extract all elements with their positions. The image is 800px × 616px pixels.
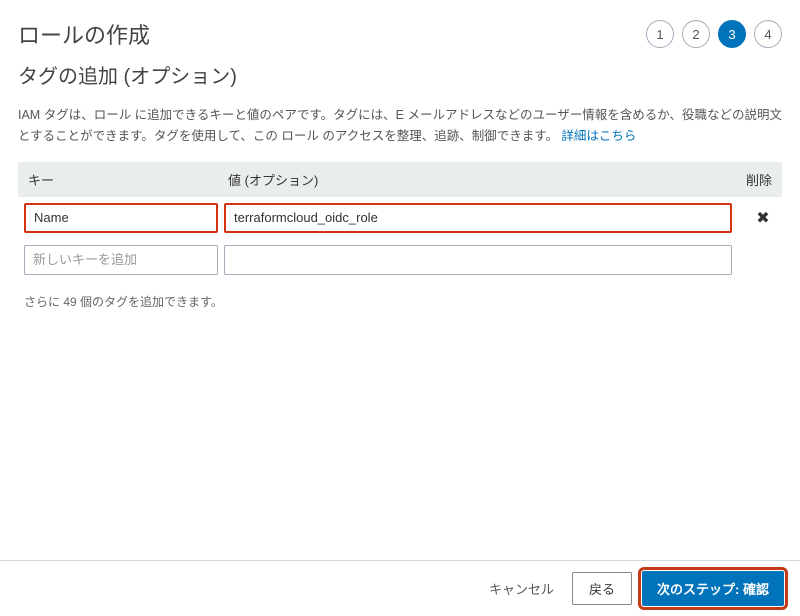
tags-table: キー 値 (オプション) 削除 ✖ — [18, 162, 782, 281]
limit-prefix: さらに — [24, 295, 63, 309]
wizard-steps: 1 2 3 4 — [646, 20, 782, 48]
step-4[interactable]: 4 — [754, 20, 782, 48]
tag-limit-text: さらに 49 個のタグを追加できます。 — [18, 293, 782, 310]
next-step-button[interactable]: 次のステップ: 確認 — [642, 571, 784, 606]
col-delete: 削除 — [712, 170, 772, 189]
section-subtitle: タグの追加 (オプション) — [18, 60, 782, 89]
new-tag-key-input[interactable] — [24, 245, 218, 275]
description-text: IAM タグは、ロール に追加できるキーと値のペアです。タグには、E メールアド… — [18, 105, 782, 148]
tag-value-input[interactable] — [224, 203, 732, 233]
tag-key-input[interactable] — [24, 203, 218, 233]
col-value: 値 (オプション) — [228, 170, 712, 189]
table-row — [18, 239, 782, 281]
col-key: キー — [28, 170, 228, 189]
cancel-button[interactable]: キャンセル — [481, 573, 562, 604]
back-button[interactable]: 戻る — [572, 572, 632, 605]
new-tag-value-input[interactable] — [224, 245, 732, 275]
wizard-footer: キャンセル 戻る 次のステップ: 確認 — [0, 560, 800, 616]
limit-count: 49 — [63, 295, 76, 309]
limit-suffix: 個のタグを追加できます。 — [77, 295, 223, 309]
learn-more-link[interactable]: 詳細はこちら — [561, 129, 636, 143]
table-row: ✖ — [18, 197, 782, 239]
close-icon: ✖ — [756, 210, 769, 227]
step-3[interactable]: 3 — [718, 20, 746, 48]
step-2[interactable]: 2 — [682, 20, 710, 48]
description-body: IAM タグは、ロール に追加できるキーと値のペアです。タグには、E メールアド… — [18, 108, 782, 143]
step-1[interactable]: 1 — [646, 20, 674, 48]
page-title: ロールの作成 — [18, 18, 150, 50]
tags-table-header: キー 値 (オプション) 削除 — [18, 162, 782, 197]
delete-tag-button[interactable]: ✖ — [744, 208, 782, 228]
